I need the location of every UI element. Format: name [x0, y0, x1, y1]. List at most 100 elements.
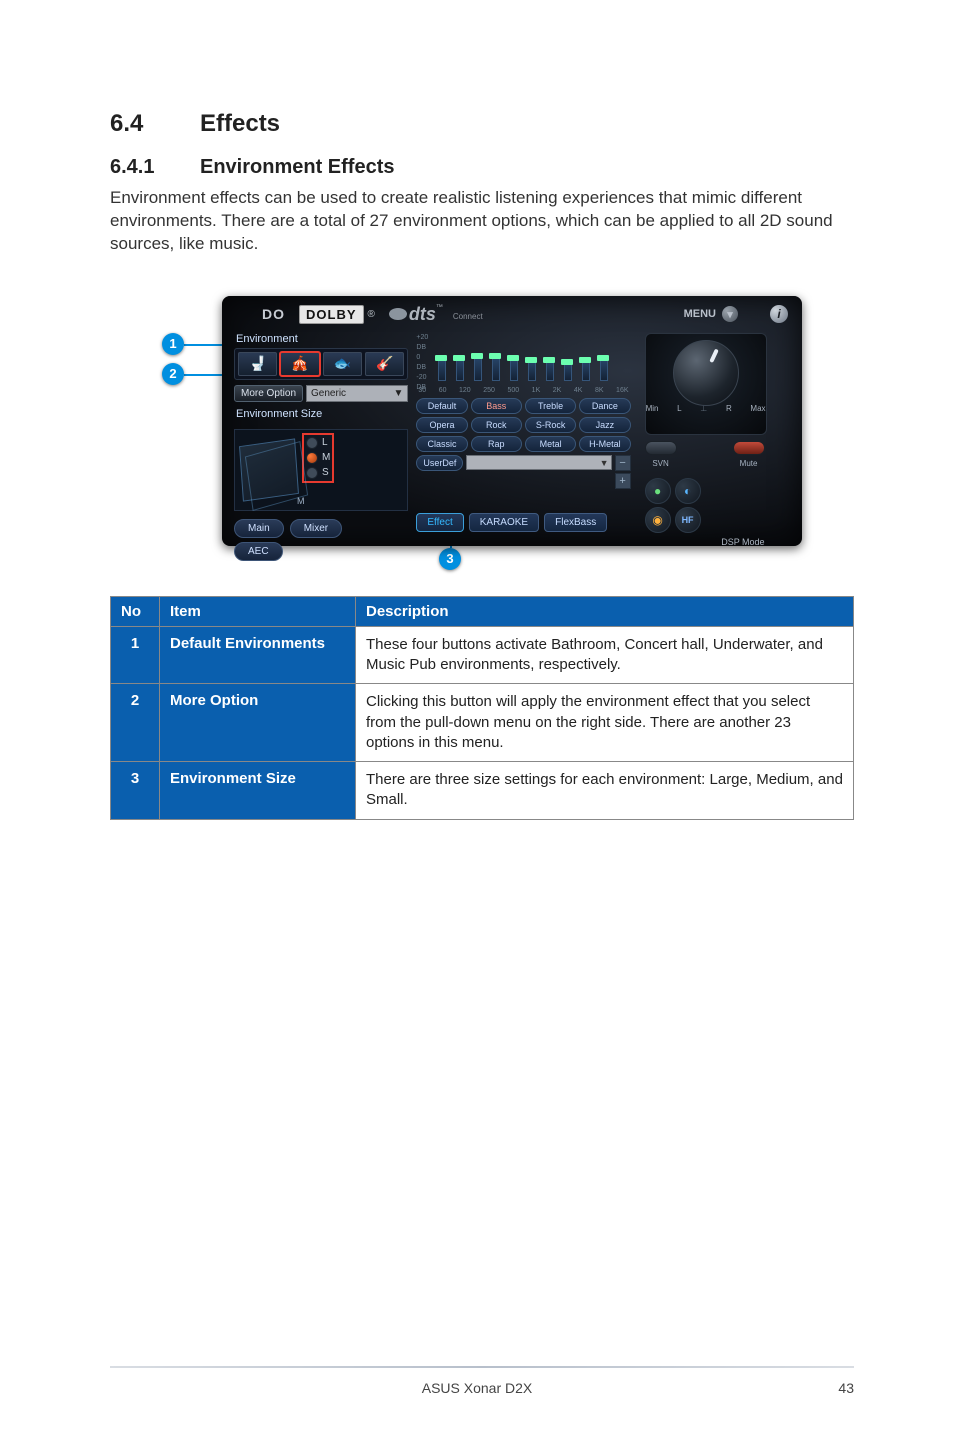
preset-rock[interactable]: Rock: [471, 417, 522, 433]
size-l-label: L: [322, 437, 328, 448]
dts-logo: dts: [409, 304, 436, 325]
userdef-add-button[interactable]: +: [615, 473, 631, 489]
section-heading: 6.4Effects: [110, 110, 854, 138]
knob-r: R: [726, 404, 732, 413]
environment-label: Environment: [234, 331, 408, 348]
menu-dropdown-icon: ▾: [722, 306, 738, 322]
more-option-dropdown[interactable]: Generic ▼: [306, 385, 408, 402]
tab-mixer[interactable]: Mixer: [290, 519, 342, 538]
env-size-large[interactable]: L: [306, 437, 330, 449]
size-m-label: M: [322, 452, 330, 463]
subsection-number: 6.4.1: [110, 156, 200, 179]
preset-classic[interactable]: Classic: [416, 436, 467, 452]
dsp-mode-3-icon[interactable]: ◉: [645, 507, 671, 533]
dsp-mode-hf-icon[interactable]: HF: [675, 507, 701, 533]
dts-connect-label: Connect: [453, 312, 483, 321]
tab-flexbass[interactable]: FlexBass: [544, 513, 607, 532]
eq-preset-grid: Default Bass Treble Dance Opera Rock S-R…: [416, 398, 630, 452]
preset-default[interactable]: Default: [416, 398, 467, 414]
eq-db-scale: +20DB 0DB -20DB: [416, 333, 428, 393]
table-row: 1 Default Environments These four button…: [111, 626, 854, 684]
equalizer[interactable]: +20DB 0DB -20DB: [416, 333, 630, 387]
more-option-value: Generic: [311, 388, 346, 399]
preset-jazz[interactable]: Jazz: [579, 417, 630, 433]
more-option-button[interactable]: More Option: [234, 385, 303, 402]
preset-opera[interactable]: Opera: [416, 417, 467, 433]
eq-freq-scale: 3060 120250 5001K 2K4K 8K16K: [416, 387, 630, 394]
dsp-mode-icons: ● ◐: [645, 478, 794, 504]
footer-rule: [110, 1366, 854, 1368]
knob-l: L: [677, 404, 681, 413]
knob-min: Min: [646, 404, 659, 413]
env-underwater-button[interactable]: 🐟: [323, 352, 362, 376]
dsp-mode-1-icon[interactable]: ●: [645, 478, 671, 504]
preset-hmetal[interactable]: H-Metal: [579, 436, 630, 452]
tm-mark: ™: [436, 304, 443, 311]
preset-bass[interactable]: Bass: [471, 398, 522, 414]
tab-karaoke[interactable]: KARAOKE: [469, 513, 539, 532]
env-size-cube-icon: [239, 438, 299, 501]
volume-knob[interactable]: [673, 340, 739, 406]
preset-dance[interactable]: Dance: [579, 398, 630, 414]
subsection-title-text: Environment Effects: [200, 156, 394, 178]
preset-metal[interactable]: Metal: [525, 436, 576, 452]
th-no: No: [111, 596, 160, 626]
menu-label: MENU: [684, 308, 716, 320]
tab-main[interactable]: Main: [234, 519, 284, 538]
env-bathroom-button[interactable]: 🚽: [238, 352, 277, 376]
table-row: 2 More Option Clicking this button will …: [111, 684, 854, 762]
preset-srock[interactable]: S-Rock: [525, 417, 576, 433]
env-size-m-marker: M: [297, 496, 305, 506]
env-size-small[interactable]: S: [306, 467, 330, 479]
svn-toggle[interactable]: [645, 441, 677, 455]
description-table: No Item Description 1 Default Environmen…: [110, 596, 854, 820]
svn-label: SVN: [652, 459, 668, 468]
env-size-label: Environment Size: [234, 406, 408, 423]
row3-desc: There are three size settings for each e…: [356, 762, 854, 820]
row3-item: Environment Size: [160, 762, 356, 820]
app-screenshot: 1 2 3 DO DOLBY ® dts ™ Connect MENU ▾ i: [162, 296, 802, 566]
row1-no: 1: [111, 626, 160, 684]
footer-product: ASUS Xonar D2X: [0, 1380, 954, 1396]
userdef-remove-button[interactable]: −: [615, 455, 631, 471]
section-number: 6.4: [110, 110, 200, 138]
callout-badge-2: 2: [162, 363, 184, 385]
intro-paragraph: Environment effects can be used to creat…: [110, 187, 854, 256]
row2-desc: Clicking this button will apply the envi…: [356, 684, 854, 762]
row2-item: More Option: [160, 684, 356, 762]
dolby-prefix: DO: [262, 306, 285, 322]
row3-no: 3: [111, 762, 160, 820]
footer-page-number: 43: [838, 1380, 854, 1396]
dsp-mode-label: DSP Mode: [645, 537, 765, 547]
brand-bar: DO DOLBY ® dts ™ Connect MENU ▾ i: [222, 296, 802, 329]
info-icon[interactable]: i: [770, 305, 788, 323]
knob-max: Max: [750, 404, 765, 413]
userdef-dropdown[interactable]: ▼: [466, 455, 611, 470]
env-pub-button[interactable]: 🎸: [365, 352, 404, 376]
th-description: Description: [356, 596, 854, 626]
volume-knob-box: Min L ⊥ R Max: [645, 333, 767, 435]
radio-icon: [306, 437, 318, 449]
callout-badge-1: 1: [162, 333, 184, 355]
mute-toggle[interactable]: [733, 441, 765, 455]
row1-item: Default Environments: [160, 626, 356, 684]
preset-userdef[interactable]: UserDef: [416, 455, 463, 471]
env-concert-button[interactable]: 🎪: [280, 352, 319, 376]
dsp-mode-2-icon[interactable]: ◐: [675, 478, 701, 504]
dolby-logo: DOLBY: [299, 305, 364, 324]
tab-effect[interactable]: Effect: [416, 513, 463, 532]
env-size-selector: L M S: [303, 434, 333, 482]
preset-treble[interactable]: Treble: [525, 398, 576, 414]
xonar-panel: DO DOLBY ® dts ™ Connect MENU ▾ i Envi: [222, 296, 802, 546]
tab-aec[interactable]: AEC: [234, 542, 283, 561]
dts-disc-icon: [389, 308, 407, 320]
subsection-heading: 6.4.1Environment Effects: [110, 156, 854, 179]
radio-icon: [306, 467, 318, 479]
menu-button[interactable]: MENU ▾: [684, 306, 738, 322]
env-size-box: M L M S: [234, 429, 408, 511]
radio-icon: [306, 452, 318, 464]
row1-desc: These four buttons activate Bathroom, Co…: [356, 626, 854, 684]
table-header-row: No Item Description: [111, 596, 854, 626]
preset-rap[interactable]: Rap: [471, 436, 522, 452]
env-size-medium[interactable]: M: [306, 452, 330, 464]
